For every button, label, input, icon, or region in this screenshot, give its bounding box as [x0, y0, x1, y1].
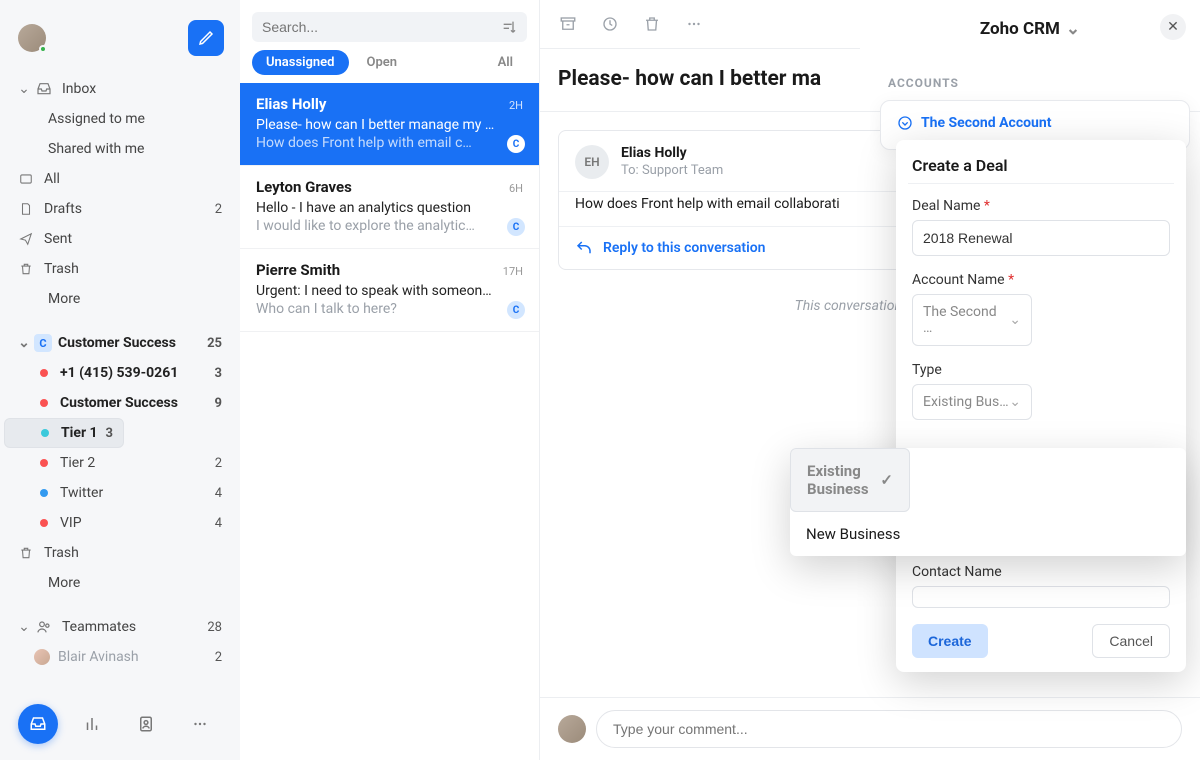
- teammate-avatar: [34, 649, 50, 665]
- nav-drafts[interactable]: Drafts2: [4, 194, 236, 224]
- account-name-select[interactable]: The Second …⌄: [912, 294, 1032, 346]
- chevron-down-icon: ⌄: [16, 335, 32, 351]
- check-icon: ✓: [880, 471, 893, 489]
- search-input[interactable]: [262, 19, 501, 35]
- trash-icon: [16, 262, 36, 276]
- nav-trash[interactable]: Trash: [4, 254, 236, 284]
- search-box[interactable]: [252, 12, 527, 42]
- nav-tier1[interactable]: Tier 13: [4, 418, 124, 448]
- nav-assigned[interactable]: Assigned to me: [4, 104, 236, 134]
- status-dot: [40, 399, 48, 407]
- recipients: To: Support Team: [621, 163, 723, 178]
- inbox-icon: [34, 81, 54, 97]
- list-tabs: Unassigned Open All: [240, 50, 539, 83]
- status-dot: [40, 459, 48, 467]
- account-name-label: Account Name *: [912, 272, 1170, 288]
- chevron-down-icon: ⌄: [16, 81, 32, 97]
- type-dropdown: Existing Business ✓ New Business: [790, 448, 1186, 556]
- crm-panel-header: Zoho CRM⌄ ✕: [860, 0, 1200, 58]
- chevron-down-icon: ⌄: [1009, 394, 1021, 410]
- type-option-existing[interactable]: Existing Business ✓: [790, 448, 910, 512]
- nav-twitter[interactable]: Twitter4: [4, 478, 236, 508]
- sidebar-top: [0, 12, 240, 72]
- teammate-item[interactable]: Blair Avinash2: [4, 642, 236, 672]
- cs-header[interactable]: ⌄ C Customer Success 25: [4, 328, 236, 358]
- sender-name: Elias Holly: [621, 145, 723, 161]
- nav-more[interactable]: More: [4, 284, 236, 314]
- nav-all[interactable]: All: [4, 164, 236, 194]
- nav-cs-more[interactable]: More: [4, 568, 236, 598]
- delete-button[interactable]: [642, 14, 662, 34]
- type-select[interactable]: Existing Bus…⌄: [912, 384, 1032, 420]
- nav-vip[interactable]: VIP4: [4, 508, 236, 538]
- chevron-down-icon: ⌄: [16, 619, 32, 635]
- reply-icon: [575, 239, 593, 257]
- create-deal-popover: Create a Deal Deal Name * Account Name *…: [896, 140, 1186, 672]
- nav-shared[interactable]: Shared with me: [4, 134, 236, 164]
- deal-name-input[interactable]: [912, 220, 1170, 256]
- team-badge: C: [34, 334, 52, 352]
- pencil-icon: [198, 30, 214, 46]
- trash-icon: [16, 546, 36, 560]
- accounts-heading: ACCOUNTS: [888, 76, 1190, 90]
- conversation-item[interactable]: Pierre Smith17H Urgent: I need to speak …: [240, 249, 539, 332]
- sidebar: ⌄ Inbox Assigned to me Shared with me Al…: [0, 0, 240, 760]
- status-dot: [40, 519, 48, 527]
- nav-cs-trash[interactable]: Trash: [4, 538, 236, 568]
- self-avatar: [558, 715, 586, 743]
- create-button[interactable]: Create: [912, 624, 988, 658]
- nav-phone[interactable]: +1 (415) 539-02613: [4, 358, 236, 388]
- analytics-dock-button[interactable]: [72, 704, 112, 744]
- compose-button[interactable]: [188, 20, 224, 56]
- more-dock-button[interactable]: [180, 704, 220, 744]
- status-dot: [40, 369, 48, 377]
- conversation-list: Unassigned Open All Elias Holly2H Please…: [240, 0, 540, 760]
- archive-button[interactable]: [558, 14, 578, 34]
- contacts-dock-button[interactable]: [126, 704, 166, 744]
- bottom-bar: [0, 704, 240, 760]
- type-option-new[interactable]: New Business: [790, 512, 1186, 556]
- chevron-circle-icon: [897, 115, 913, 131]
- sent-icon: [16, 232, 36, 246]
- nav-cs[interactable]: Customer Success9: [4, 388, 236, 418]
- sender-avatar: EH: [575, 145, 609, 179]
- contact-label: Contact Name: [912, 564, 1170, 580]
- drafts-icon: [16, 202, 36, 216]
- teammates-icon: [34, 619, 54, 635]
- deal-title: Create a Deal: [912, 156, 1170, 175]
- status-dot: [40, 489, 48, 497]
- inbox-header[interactable]: ⌄ Inbox: [4, 74, 236, 104]
- inbox-label: Inbox: [62, 81, 96, 97]
- inbox-dock-button[interactable]: [18, 704, 58, 744]
- deal-name-label: Deal Name *: [912, 198, 1170, 214]
- tab-all[interactable]: All: [484, 50, 527, 75]
- sort-icon[interactable]: [501, 19, 517, 35]
- presence-dot: [39, 45, 47, 53]
- conversation-item[interactable]: Elias Holly2H Please- how can I better m…: [240, 83, 539, 166]
- crm-close-button[interactable]: ✕: [1160, 14, 1186, 40]
- account-link[interactable]: The Second Account: [921, 115, 1051, 131]
- more-button[interactable]: [684, 14, 704, 34]
- snooze-button[interactable]: [600, 14, 620, 34]
- nav-sent[interactable]: Sent: [4, 224, 236, 254]
- chevron-down-icon: ⌄: [1009, 312, 1021, 328]
- divider: [908, 183, 1174, 184]
- conversation-item[interactable]: Leyton Graves6H Hello - I have an analyt…: [240, 166, 539, 249]
- crm-title[interactable]: Zoho CRM⌄: [980, 19, 1080, 39]
- tab-unassigned[interactable]: Unassigned: [252, 50, 349, 75]
- assignee-badge: C: [507, 135, 525, 153]
- user-avatar[interactable]: [18, 24, 46, 52]
- assignee-badge: C: [507, 301, 525, 319]
- cancel-button[interactable]: Cancel: [1092, 624, 1170, 658]
- status-dot: [41, 429, 49, 437]
- all-icon: [16, 172, 36, 186]
- assignee-badge: C: [507, 218, 525, 236]
- type-label: Type: [912, 362, 1170, 378]
- tab-open[interactable]: Open: [353, 50, 412, 75]
- chevron-down-icon: ⌄: [1066, 19, 1080, 39]
- app-root: ⌄ Inbox Assigned to me Shared with me Al…: [0, 0, 1200, 760]
- nav-tier2[interactable]: Tier 22: [4, 448, 236, 478]
- teammates-header[interactable]: ⌄ Teammates 28: [4, 612, 236, 642]
- contact-input[interactable]: [912, 586, 1170, 608]
